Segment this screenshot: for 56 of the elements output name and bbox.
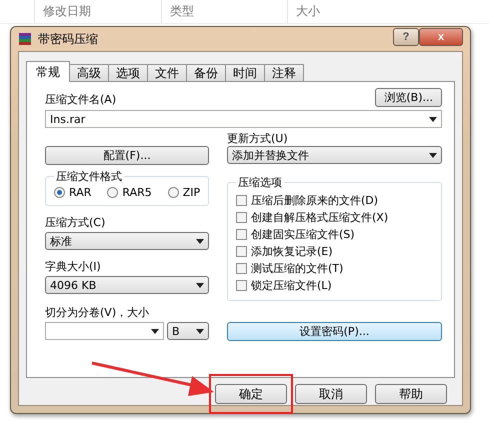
set-password-button[interactable]: 设置密码(P)... xyxy=(227,322,442,341)
tab[interactable]: 备份 xyxy=(186,64,226,82)
option-checkbox[interactable]: 测试压缩的文件(T) xyxy=(236,260,433,277)
dialog-button[interactable]: 确定 xyxy=(215,384,287,404)
column-header[interactable]: 修改日期 xyxy=(34,0,161,23)
help-button[interactable]: ? xyxy=(393,28,419,46)
option-checkbox[interactable]: 锁定压缩文件(L) xyxy=(236,277,433,294)
column-header[interactable]: 类型 xyxy=(161,0,287,23)
tab[interactable]: 时间 xyxy=(225,64,265,82)
radio-icon[interactable] xyxy=(54,187,65,198)
dropdown-caret-icon xyxy=(429,152,437,158)
radio-icon[interactable] xyxy=(107,187,118,198)
checkbox-icon[interactable] xyxy=(236,246,247,257)
field-label: 压缩文件名(A) xyxy=(45,93,116,107)
dropdown-caret-icon xyxy=(196,328,204,334)
tab[interactable]: 高级 xyxy=(69,64,109,82)
group-label: 压缩文件格式 xyxy=(55,169,123,184)
books-stack-icon xyxy=(18,32,32,46)
dropdown-caret-icon xyxy=(196,282,204,288)
archive-name-field[interactable]: Ins.rar xyxy=(45,110,442,128)
tab[interactable]: 文件 xyxy=(147,64,187,82)
volume-unit-dropdown[interactable]: B xyxy=(167,322,209,340)
checkbox-icon[interactable] xyxy=(236,280,247,291)
dictionary-size-dropdown[interactable]: 4096 KB xyxy=(45,276,209,294)
checkbox-icon[interactable] xyxy=(236,263,247,274)
option-checkbox[interactable]: 创建自解压格式压缩文件(X) xyxy=(236,209,433,226)
field-label: 压缩方式(C) xyxy=(45,216,106,230)
option-checkbox[interactable]: 压缩后删除原来的文件(D) xyxy=(236,192,433,209)
field-label: 更新方式(U) xyxy=(227,132,289,146)
dialog-button[interactable]: 帮助 xyxy=(375,384,447,404)
browse-button[interactable]: 浏览(B)... xyxy=(375,88,442,107)
dropdown-caret-icon xyxy=(429,116,437,122)
update-mode-dropdown[interactable]: 添加并替换文件 xyxy=(227,146,442,164)
profiles-button[interactable]: 配置(F)... xyxy=(45,146,209,165)
compression-method-dropdown[interactable]: 标准 xyxy=(45,232,209,250)
checkbox-icon[interactable] xyxy=(236,195,247,206)
dropdown-caret-icon xyxy=(151,328,159,334)
window-title: 带密码压缩 xyxy=(38,30,99,48)
volume-size-field[interactable] xyxy=(45,322,164,340)
column-header[interactable]: 大小 xyxy=(287,0,386,23)
field-label: 切分为分卷(V)，大小 xyxy=(45,306,150,320)
checkbox-icon[interactable] xyxy=(236,229,247,240)
checkbox-icon[interactable] xyxy=(236,212,247,223)
format-radio[interactable]: ZIP xyxy=(168,186,200,199)
tab[interactable]: 注释 xyxy=(264,64,304,82)
format-radio[interactable]: RAR xyxy=(54,186,92,199)
format-radio[interactable]: RAR5 xyxy=(107,186,152,199)
option-checkbox[interactable]: 添加恢复记录(E) xyxy=(236,243,433,260)
radio-icon[interactable] xyxy=(168,187,179,198)
tab[interactable]: 选项 xyxy=(108,64,148,82)
field-label: 字典大小(I) xyxy=(45,260,102,274)
dialog-button[interactable]: 取消 xyxy=(295,384,367,404)
group-label: 压缩选项 xyxy=(237,175,283,190)
option-checkbox[interactable]: 创建固实压缩文件(S) xyxy=(236,226,433,243)
dropdown-caret-icon xyxy=(196,238,204,244)
tab[interactable]: 常规 xyxy=(26,61,70,82)
